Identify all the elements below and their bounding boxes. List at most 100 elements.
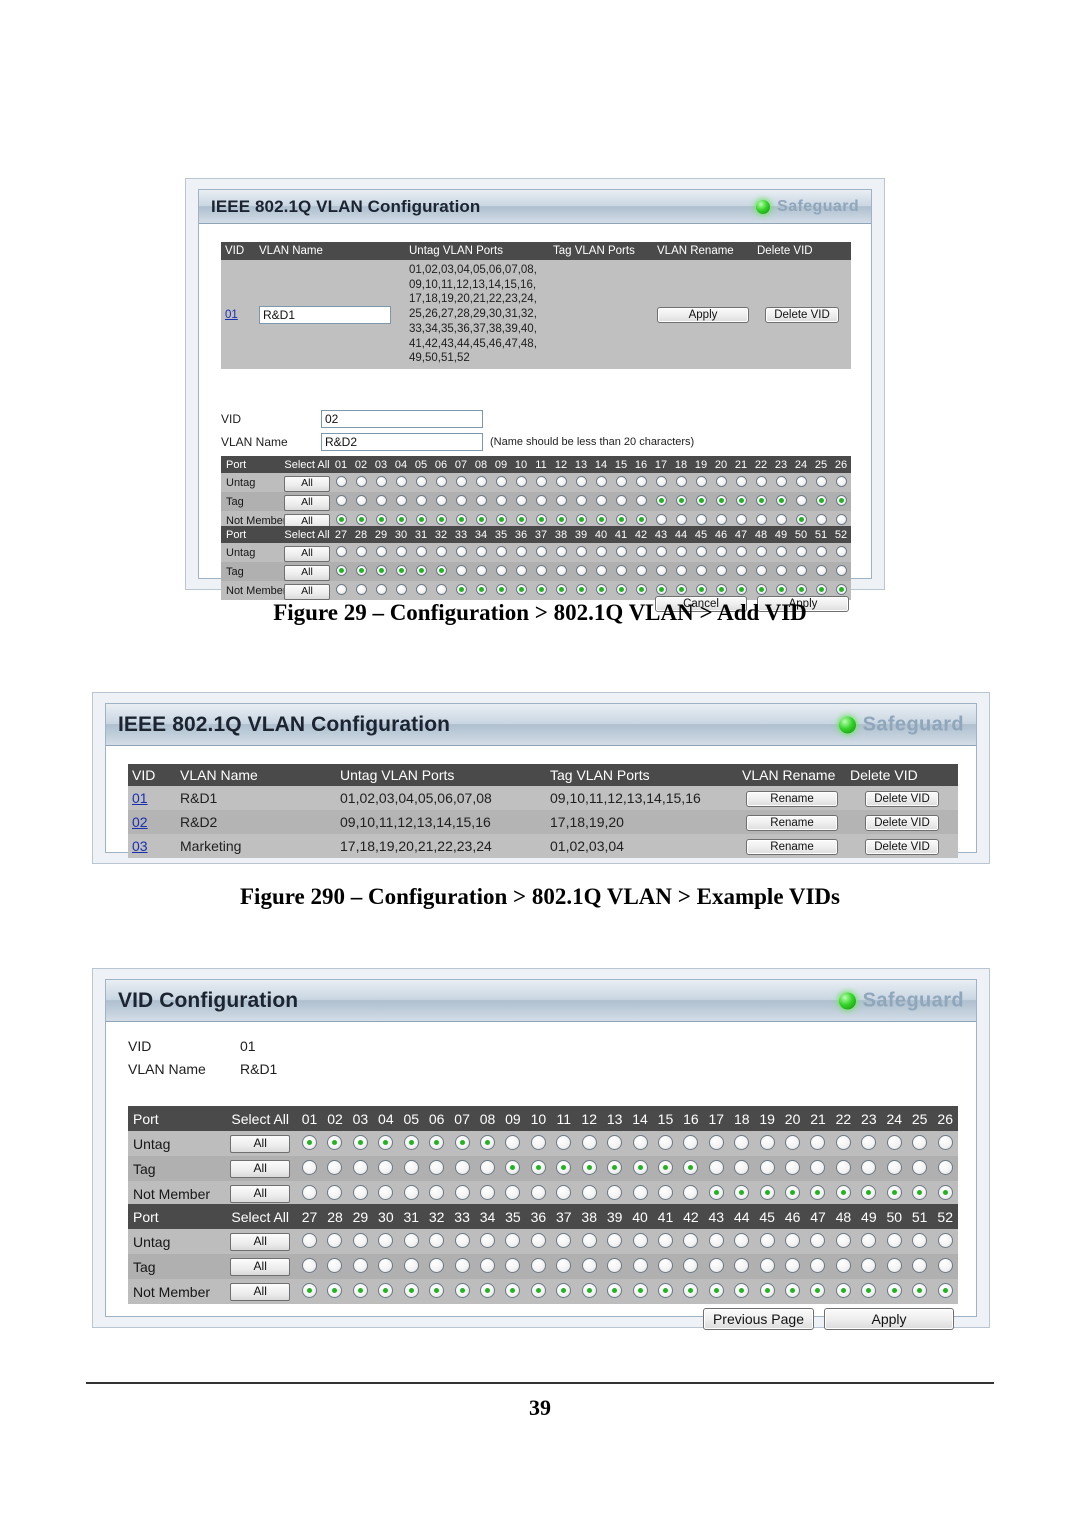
port-radio-button[interactable]	[375, 545, 387, 557]
port-radio-button[interactable]	[535, 475, 547, 487]
port-radio-button[interactable]	[352, 1184, 368, 1200]
port-radio-button[interactable]	[861, 1232, 877, 1248]
port-radio-button[interactable]	[795, 564, 807, 576]
port-radio-button[interactable]	[810, 1232, 826, 1248]
port-radio-button[interactable]	[535, 545, 547, 557]
port-radio-button[interactable]	[455, 513, 467, 525]
port-radio-button[interactable]	[655, 513, 667, 525]
port-radio-button[interactable]	[635, 545, 647, 557]
port-radio-button[interactable]	[403, 1257, 419, 1273]
port-radio-button[interactable]	[657, 1159, 673, 1175]
port-radio-button[interactable]	[352, 1257, 368, 1273]
port-radio-button[interactable]	[755, 545, 767, 557]
port-radio-button[interactable]	[755, 475, 767, 487]
port-radio-button[interactable]	[302, 1232, 318, 1248]
port-radio-button[interactable]	[695, 494, 707, 506]
port-radio-button[interactable]	[615, 494, 627, 506]
port-radio-button[interactable]	[775, 583, 787, 595]
port-radio-button[interactable]	[575, 513, 587, 525]
port-radio-button[interactable]	[785, 1159, 801, 1175]
port-radio-button[interactable]	[607, 1184, 623, 1200]
port-radio-button[interactable]	[810, 1282, 826, 1298]
port-radio-button[interactable]	[455, 545, 467, 557]
port-radio-button[interactable]	[734, 1232, 750, 1248]
port-radio-button[interactable]	[835, 1257, 851, 1273]
port-radio-button[interactable]	[683, 1232, 699, 1248]
apply-button[interactable]: Apply	[824, 1308, 954, 1330]
port-radio-button[interactable]	[475, 583, 487, 595]
port-radio-button[interactable]	[683, 1184, 699, 1200]
vid-link[interactable]: 03	[132, 838, 148, 854]
port-radio-button[interactable]	[835, 475, 847, 487]
port-radio-button[interactable]	[785, 1282, 801, 1298]
port-radio-button[interactable]	[886, 1282, 902, 1298]
port-radio-button[interactable]	[455, 494, 467, 506]
port-radio-button[interactable]	[415, 513, 427, 525]
delete-vid-button[interactable]: Delete VID	[865, 839, 939, 855]
port-radio-button[interactable]	[475, 494, 487, 506]
port-radio-button[interactable]	[555, 583, 567, 595]
port-radio-button[interactable]	[595, 513, 607, 525]
port-radio-button[interactable]	[378, 1282, 394, 1298]
select-all-button[interactable]: All	[230, 1283, 291, 1301]
port-radio-button[interactable]	[556, 1232, 572, 1248]
port-radio-button[interactable]	[575, 583, 587, 595]
port-radio-button[interactable]	[335, 475, 347, 487]
port-radio-button[interactable]	[759, 1282, 775, 1298]
port-radio-button[interactable]	[302, 1257, 318, 1273]
select-all-button[interactable]: All	[230, 1185, 291, 1203]
port-radio-button[interactable]	[375, 583, 387, 595]
port-radio-button[interactable]	[495, 494, 507, 506]
port-radio-button[interactable]	[715, 494, 727, 506]
rename-button[interactable]: Rename	[746, 839, 838, 855]
port-radio-button[interactable]	[555, 494, 567, 506]
port-radio-button[interactable]	[835, 545, 847, 557]
port-radio-button[interactable]	[378, 1232, 394, 1248]
port-radio-button[interactable]	[555, 475, 567, 487]
port-radio-button[interactable]	[429, 1134, 445, 1150]
port-radio-button[interactable]	[795, 494, 807, 506]
port-radio-button[interactable]	[810, 1184, 826, 1200]
port-radio-button[interactable]	[759, 1159, 775, 1175]
port-radio-button[interactable]	[455, 583, 467, 595]
port-radio-button[interactable]	[695, 545, 707, 557]
port-radio-button[interactable]	[475, 564, 487, 576]
port-radio-button[interactable]	[435, 475, 447, 487]
port-radio-button[interactable]	[375, 564, 387, 576]
port-radio-button[interactable]	[675, 513, 687, 525]
port-radio-button[interactable]	[335, 583, 347, 595]
port-radio-button[interactable]	[327, 1257, 343, 1273]
port-radio-button[interactable]	[454, 1282, 470, 1298]
port-radio-button[interactable]	[937, 1232, 953, 1248]
port-radio-button[interactable]	[505, 1184, 521, 1200]
delete-vid-button[interactable]: Delete VID	[765, 306, 839, 323]
port-radio-button[interactable]	[355, 494, 367, 506]
port-radio-button[interactable]	[595, 545, 607, 557]
port-radio-button[interactable]	[755, 513, 767, 525]
port-radio-button[interactable]	[505, 1232, 521, 1248]
port-radio-button[interactable]	[912, 1159, 928, 1175]
port-radio-button[interactable]	[335, 564, 347, 576]
port-radio-button[interactable]	[556, 1159, 572, 1175]
port-radio-button[interactable]	[708, 1134, 724, 1150]
port-radio-button[interactable]	[937, 1282, 953, 1298]
port-radio-button[interactable]	[454, 1159, 470, 1175]
port-radio-button[interactable]	[475, 545, 487, 557]
port-radio-button[interactable]	[415, 494, 427, 506]
port-radio-button[interactable]	[810, 1257, 826, 1273]
port-radio-button[interactable]	[495, 513, 507, 525]
port-radio-button[interactable]	[657, 1134, 673, 1150]
port-radio-button[interactable]	[378, 1184, 394, 1200]
port-radio-button[interactable]	[912, 1232, 928, 1248]
port-radio-button[interactable]	[632, 1159, 648, 1175]
port-radio-button[interactable]	[683, 1257, 699, 1273]
port-radio-button[interactable]	[735, 494, 747, 506]
port-radio-button[interactable]	[302, 1184, 318, 1200]
port-radio-button[interactable]	[886, 1159, 902, 1175]
port-radio-button[interactable]	[735, 583, 747, 595]
port-radio-button[interactable]	[695, 583, 707, 595]
port-radio-button[interactable]	[715, 475, 727, 487]
port-radio-button[interactable]	[535, 583, 547, 595]
port-radio-button[interactable]	[861, 1159, 877, 1175]
port-radio-button[interactable]	[655, 545, 667, 557]
